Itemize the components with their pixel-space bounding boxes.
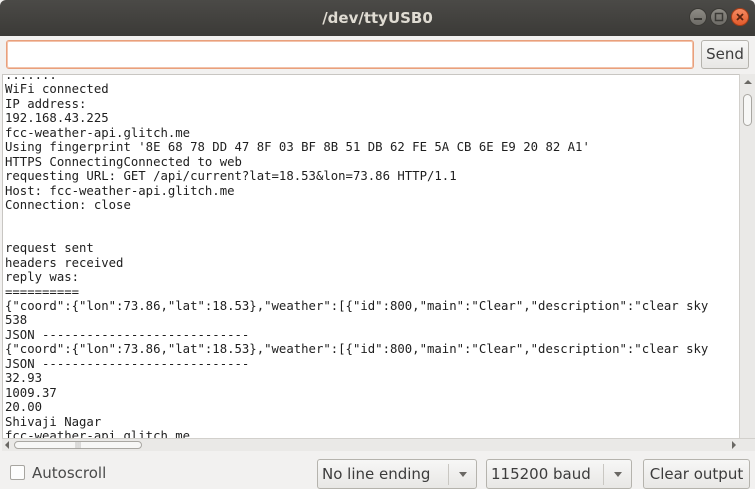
grip-icon: ||| <box>75 442 82 449</box>
output-line: fcc-weather-api.glitch.me <box>5 428 191 438</box>
scroll-up-icon[interactable] <box>744 79 752 85</box>
vertical-scroll-thumb[interactable] <box>743 94 752 126</box>
serial-output-area[interactable]: ....... WiFi connected IP address: 192.168.… <box>2 74 739 438</box>
output-line: ========== <box>5 284 80 299</box>
output-line: WiFi connected <box>5 82 109 97</box>
chevron-down-icon <box>459 472 467 477</box>
output-line: 20.00 <box>5 400 43 415</box>
send-button[interactable]: Send <box>701 40 749 69</box>
horizontal-scrollbar[interactable]: ||| <box>2 438 755 451</box>
maximize-icon[interactable] <box>710 8 728 26</box>
bottom-bar: Autoscroll No line ending 115200 baud Cl… <box>0 451 755 489</box>
horizontal-scroll-thumb[interactable]: ||| <box>14 441 142 449</box>
line-ending-value: No line ending <box>322 465 431 483</box>
output-line: {"coord":{"lon":73.86,"lat":18.53},"weat… <box>5 342 709 357</box>
scroll-left-icon[interactable] <box>4 441 10 449</box>
output-line: request sent <box>5 241 94 256</box>
output-line: 1009.37 <box>5 385 57 400</box>
chevron-down-icon <box>614 472 622 477</box>
output-line: {"coord":{"lon":73.86,"lat":18.53},"weat… <box>5 299 709 313</box>
output-line: reply was: <box>5 270 80 285</box>
output-line: 538 <box>5 313 28 328</box>
output-line: JSON ---------------------------- <box>5 327 250 342</box>
output-line: Using fingerprint '8E 68 78 DD 47 8F 03 … <box>5 140 590 155</box>
output-line: JSON ---------------------------- <box>5 356 250 371</box>
window-title: /dev/ttyUSB0 <box>322 9 433 27</box>
line-ending-dropdown[interactable]: No line ending <box>317 459 477 489</box>
dropdown-divider <box>448 464 449 485</box>
vertical-scrollbar[interactable] <box>739 74 755 438</box>
close-icon[interactable] <box>731 8 749 26</box>
output-line: requesting URL: GET /api/current?lat=18.… <box>5 169 457 184</box>
autoscroll-label: Autoscroll <box>32 464 107 482</box>
output-line: IP address: <box>5 96 87 111</box>
send-input[interactable] <box>6 40 694 69</box>
output-line: Connection: close <box>5 197 131 212</box>
baud-rate-dropdown[interactable]: 115200 baud <box>486 459 632 489</box>
serial-output-lines: ....... WiFi connected IP address: 192.168.… <box>5 74 709 438</box>
minimize-icon[interactable] <box>689 8 707 26</box>
output-line: Shivaji Nagar <box>5 414 102 429</box>
scroll-right-icon[interactable] <box>731 441 737 449</box>
dropdown-divider <box>603 464 604 485</box>
output-line: Host: fcc-weather-api.glitch.me <box>5 183 235 198</box>
output-line: HTTPS ConnectingConnected to web <box>5 154 242 169</box>
output-line: headers received <box>5 255 124 270</box>
baud-rate-value: 115200 baud <box>491 465 591 483</box>
output-line: ....... <box>5 74 57 82</box>
output-line: fcc-weather-api.glitch.me <box>5 125 191 140</box>
output-line: 32.93 <box>5 371 43 386</box>
autoscroll-checkbox[interactable] <box>10 465 25 480</box>
output-line: 192.168.43.225 <box>5 111 109 126</box>
send-row: Send <box>0 36 755 74</box>
clear-output-button[interactable]: Clear output <box>643 459 750 489</box>
